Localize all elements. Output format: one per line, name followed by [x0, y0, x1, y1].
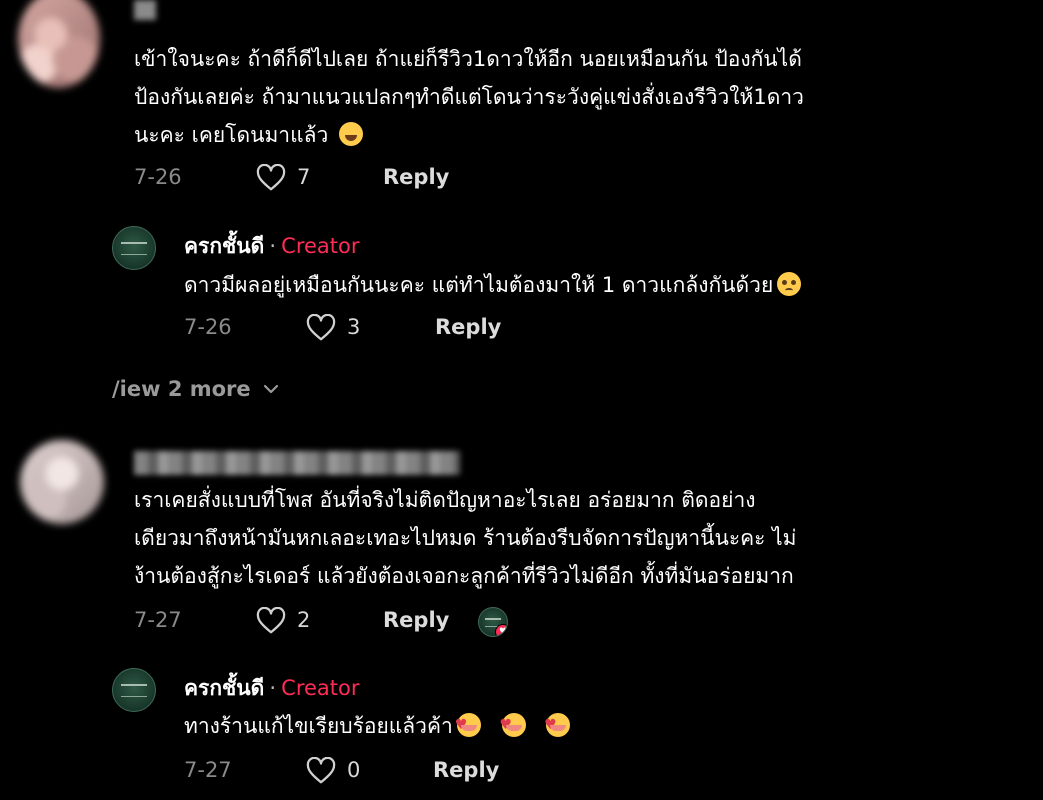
smiling-face-with-hearts-icon: [500, 706, 526, 744]
comment-line: ง้านต้องสู้กะไรเดอร์ แล้วยังต้องเจอกะลูก…: [134, 564, 794, 588]
heart-badge-icon: ♥: [495, 624, 507, 636]
comment-line: เดียวมาถึงหน้ามันหกเลอะเทอะไปหมด ร้านต้อ…: [134, 526, 797, 550]
shop-logo-icon: [121, 241, 147, 255]
reply-text: ดาวมีผลอยู่เหมือนกันนะคะ แต่ทำไมต้องมาให…: [184, 266, 802, 304]
creator-badge: Creator: [281, 676, 360, 700]
liked-by-creator-badge: ♥: [478, 607, 508, 637]
comment-text: เข้าใจนะคะ ถ้าดีก็ดีไปเลย ถ้าแย่ก็รีวิว1…: [134, 40, 804, 154]
commenter-avatar[interactable]: [20, 440, 104, 524]
comment-date: 7-26: [134, 165, 182, 189]
view-more-replies-button[interactable]: /iew 2 more: [112, 377, 280, 401]
reply-header: ครกชั้นดี · Creator: [184, 230, 360, 263]
reply-text-body: ดาวมีผลอยู่เหมือนกันนะคะ แต่ทำไมต้องมาให…: [184, 273, 774, 297]
like-count: 2: [297, 608, 311, 632]
reply-header: ครกชั้นดี · Creator: [184, 672, 360, 705]
creator-name[interactable]: ครกชั้นดี: [184, 234, 264, 258]
heart-icon: [306, 757, 336, 784]
reply-like-button[interactable]: [306, 314, 336, 346]
reply-button[interactable]: Reply: [383, 608, 449, 632]
like-count: 7: [297, 165, 311, 189]
smiling-face-with-hearts-icon: [544, 706, 571, 744]
reply-date: 7-26: [184, 315, 232, 339]
commenter-username[interactable]: [134, 0, 156, 20]
creator-avatar[interactable]: [112, 226, 156, 270]
heart-icon: [256, 164, 286, 191]
reply-like-button[interactable]: [306, 757, 336, 789]
pleading-face-icon: [777, 272, 802, 296]
like-button[interactable]: [256, 164, 286, 196]
reply-text-body: ทางร้านแก้ไขเรียบร้อยแล้วค้า: [184, 714, 453, 738]
reply-button[interactable]: Reply: [383, 165, 449, 189]
face-with-tears-of-joy-icon: [338, 122, 363, 146]
comment-line: เข้าใจนะคะ ถ้าดีก็ดีไปเลย ถ้าแย่ก็รีวิว1…: [134, 47, 802, 71]
reply-reply-button[interactable]: Reply: [435, 315, 501, 339]
comment-line: ป้องกันเลยค่ะ ถ้ามาแนวแปลกๆทำดีแต่โดนว่า…: [134, 85, 804, 109]
comment-line: เราเคยสั่งแบบที่โพส อันที่จริงไม่ติดปัญห…: [134, 488, 756, 512]
chevron-down-icon: [263, 384, 278, 394]
comment-line-text: นะคะ เคยโดนมาแล้ว: [134, 123, 329, 147]
commenter-avatar[interactable]: [18, 0, 100, 88]
reply-like-count: 0: [347, 758, 361, 782]
like-button[interactable]: [256, 607, 286, 639]
creator-badge: Creator: [281, 234, 360, 258]
comment-text: เราเคยสั่งแบบที่โพส อันที่จริงไม่ติดปัญห…: [134, 481, 797, 595]
reply-reply-button[interactable]: Reply: [433, 758, 499, 782]
comment-date: 7-27: [134, 608, 182, 632]
separator-dot: ·: [269, 234, 277, 258]
reply-like-count: 3: [347, 315, 361, 339]
comment-line: นะคะ เคยโดนมาแล้ว: [134, 116, 804, 154]
creator-name[interactable]: ครกชั้นดี: [184, 676, 264, 700]
reply-date: 7-27: [184, 758, 232, 782]
commenter-username[interactable]: [134, 451, 460, 475]
view-more-label: /iew 2 more: [112, 377, 251, 401]
smiling-face-with-hearts-icon: [455, 706, 481, 744]
separator-dot: ·: [269, 676, 277, 700]
reply-text: ทางร้านแก้ไขเรียบร้อยแล้วค้า: [184, 706, 571, 745]
creator-avatar[interactable]: [112, 668, 156, 712]
heart-icon: [256, 607, 286, 634]
heart-icon: [306, 314, 336, 341]
shop-logo-icon: [121, 683, 147, 697]
